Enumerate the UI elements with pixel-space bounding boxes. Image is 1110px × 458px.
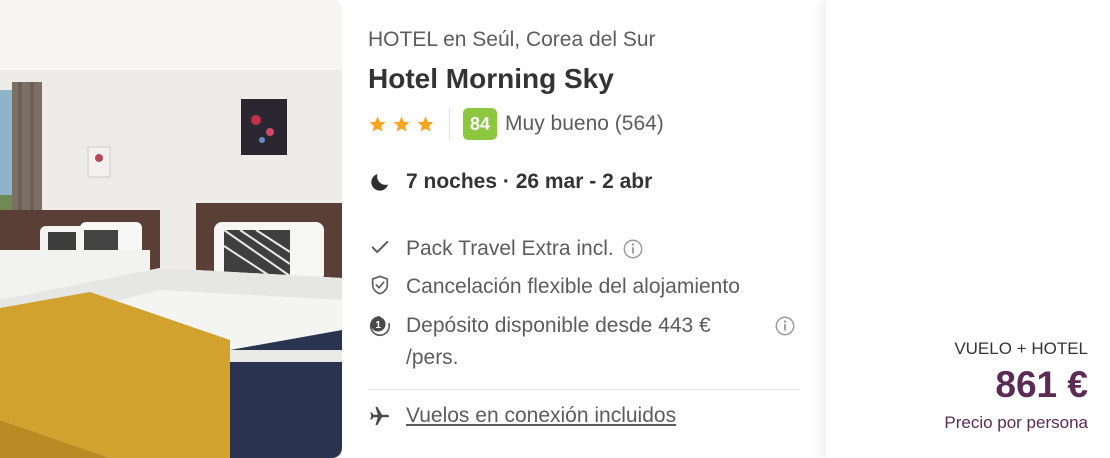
price-per-person-label: Precio por persona <box>944 413 1088 432</box>
divider <box>368 389 800 390</box>
feature-deposit: 1 Depósito disponible desde 443 € /pers. <box>368 310 795 374</box>
hotel-room-image <box>0 0 342 458</box>
rating-row: 84 Muy bueno (564) <box>368 108 664 140</box>
price-panel[interactable]: VUELO + HOTEL 861 € Precio por persona <box>826 0 1110 458</box>
star-icon <box>417 116 434 132</box>
hotel-info: HOTEL en Seúl, Corea del Sur Hotel Morni… <box>368 0 808 458</box>
flights-included-link[interactable]: Vuelos en conexión incluidos <box>406 404 676 428</box>
feature-deposit-text: Depósito disponible desde 443 € /pers. <box>406 314 711 369</box>
moon-icon <box>371 174 388 191</box>
feature-pack-text: Pack Travel Extra incl. <box>406 237 614 260</box>
hotel-photo[interactable] <box>0 0 342 458</box>
star-rating <box>368 115 435 134</box>
stay-dates-text: 7 noches · 26 mar - 2 abr <box>406 170 653 193</box>
info-icon[interactable] <box>622 238 644 260</box>
star-icon <box>393 116 410 132</box>
feature-cancel-text: Cancelación flexible del alojamiento <box>406 275 740 298</box>
review-score-text[interactable]: Muy bueno (564) <box>505 112 664 136</box>
stay-dates: 7 noches · 26 mar - 2 abr <box>368 170 652 194</box>
price-value: 861 € <box>995 364 1088 405</box>
info-icon[interactable] <box>774 315 796 337</box>
rating-divider <box>449 108 450 140</box>
hotel-name[interactable]: Hotel Morning Sky <box>368 63 614 95</box>
review-score-badge: 84 <box>463 108 498 140</box>
svg-text:1: 1 <box>375 320 381 331</box>
check-icon <box>368 236 392 258</box>
deposit-icon: 1 <box>368 313 392 339</box>
hotel-type-location: HOTEL en Seúl, Corea del Sur <box>368 28 656 51</box>
price-label: VUELO + HOTEL <box>954 339 1088 358</box>
flights-row: Vuelos en conexión incluidos <box>368 404 676 428</box>
feature-cancel: Cancelación flexible del alojamiento <box>368 271 740 303</box>
star-icon <box>369 116 386 132</box>
shield-check-icon <box>368 274 392 296</box>
feature-pack: Pack Travel Extra incl. <box>368 233 644 265</box>
plane-icon <box>370 407 389 425</box>
